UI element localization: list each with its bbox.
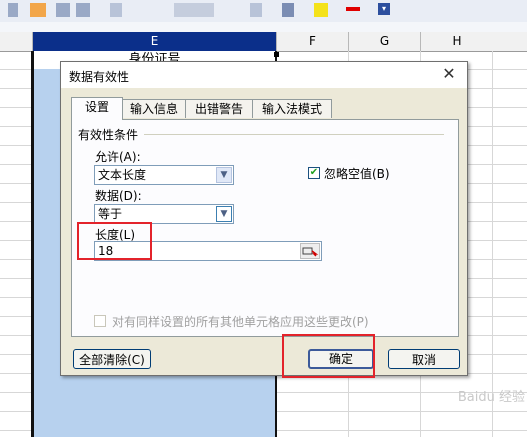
tab-ime-mode[interactable]: 输入法模式 [252, 99, 332, 118]
toolbar-icon[interactable] [250, 3, 262, 17]
data-label: 数据(D): [95, 189, 142, 203]
font-color-icon[interactable] [346, 7, 360, 11]
watermark: Baidu 经验 [457, 390, 525, 405]
chevron-down-icon[interactable]: ▼ [216, 167, 232, 183]
fill-color-icon[interactable] [314, 3, 328, 17]
close-icon[interactable]: ✕ [439, 64, 459, 84]
toolbar-options-icon[interactable]: ▾ [378, 3, 390, 15]
data-validation-dialog: 数据有效性 ✕ 设置 输入信息 出错警告 输入法模式 有效性条件 允许(A): … [60, 61, 468, 376]
tab-error-alert[interactable]: 出错警告 [185, 99, 253, 118]
selection-border [31, 51, 34, 437]
chevron-down-icon[interactable]: ▼ [216, 206, 232, 222]
data-select[interactable]: 等于 ▼ [94, 204, 234, 224]
toolbar-icon[interactable] [282, 3, 294, 17]
corner-header[interactable] [0, 32, 33, 52]
clear-all-button[interactable]: 全部清除(C) [73, 349, 151, 369]
toolbar-icon[interactable] [76, 3, 90, 17]
apply-all-label: 对有同样设置的所有其他单元格应用这些更改(P) [112, 315, 369, 329]
toolbar-strip [0, 22, 527, 32]
allow-select[interactable]: 文本长度 ▼ [94, 165, 234, 185]
cancel-button[interactable]: 取消 [388, 349, 460, 369]
ignore-blank-label: 忽略空值(B) [324, 167, 390, 181]
highlight-box-length [77, 222, 152, 260]
column-header-f[interactable]: F [277, 32, 349, 52]
toolbar: ▾ [0, 0, 527, 23]
allow-value: 文本长度 [98, 168, 147, 182]
toolbar-icon[interactable] [56, 3, 70, 17]
toolbar-icon[interactable] [110, 3, 122, 17]
dialog-title: 数据有效性 [69, 70, 130, 84]
column-header-e[interactable]: E [33, 32, 277, 52]
range-selector-glyph [302, 247, 319, 257]
column-header-g[interactable]: G [349, 32, 421, 52]
data-value: 等于 [98, 207, 123, 221]
allow-label: 允许(A): [95, 150, 141, 164]
dialog-titlebar[interactable]: 数据有效性 ✕ [61, 62, 467, 88]
toolbar-icon[interactable] [8, 3, 18, 17]
grid-line [492, 51, 493, 437]
group-divider [144, 134, 444, 135]
ignore-blank-checkbox[interactable]: ✔ [308, 167, 320, 179]
fill-handle[interactable] [274, 52, 279, 57]
column-header-h[interactable]: H [421, 32, 527, 52]
range-selector-icon[interactable] [300, 243, 320, 259]
validation-criteria-title: 有效性条件 [78, 128, 139, 142]
tab-input-message[interactable]: 输入信息 [122, 99, 186, 118]
toolbar-icon[interactable] [174, 3, 214, 17]
apply-all-checkbox[interactable] [94, 315, 106, 327]
highlight-box-ok [282, 334, 375, 378]
toolbar-icon[interactable] [30, 3, 46, 17]
tab-settings[interactable]: 设置 [71, 97, 123, 120]
